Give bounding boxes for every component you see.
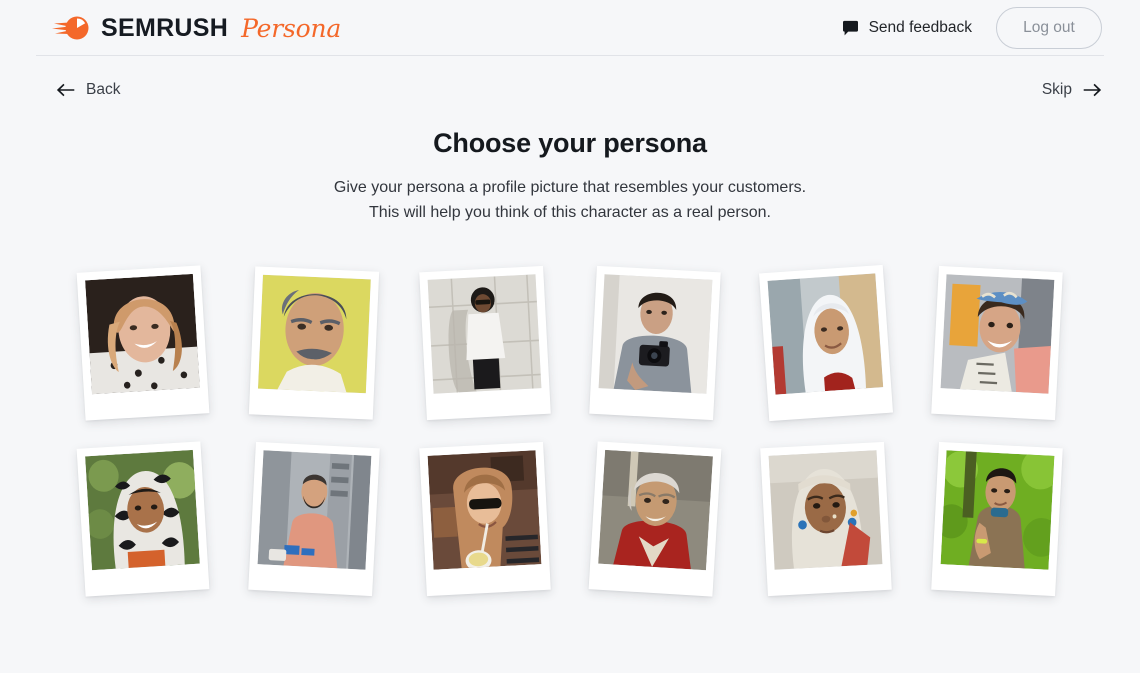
persona-photo — [257, 274, 371, 394]
persona-photo — [768, 450, 883, 570]
persona-card[interactable] — [418, 265, 551, 421]
persona-card[interactable] — [588, 441, 722, 597]
back-label: Back — [86, 81, 121, 98]
persona-photo — [427, 450, 542, 570]
skip-label: Skip — [1041, 81, 1072, 98]
logout-button[interactable]: Log out — [996, 7, 1102, 49]
persona-photo — [940, 274, 1055, 394]
send-feedback-label: Send feedback — [868, 19, 972, 36]
wizard-nav-row: Back Skip — [0, 66, 1140, 114]
persona-photo — [598, 274, 713, 394]
persona-card[interactable] — [248, 441, 380, 597]
persona-card[interactable] — [76, 441, 210, 597]
semrush-comet-icon — [52, 16, 89, 40]
persona-card[interactable] — [589, 265, 722, 421]
page-subtitle: Give your persona a profile picture that… — [0, 175, 1140, 225]
persona-card[interactable] — [930, 441, 1063, 597]
persona-card[interactable] — [76, 265, 210, 421]
page-hero: Choose your persona Give your persona a … — [0, 128, 1140, 225]
persona-card[interactable] — [760, 441, 892, 597]
persona-photo — [85, 449, 201, 571]
persona-card[interactable] — [418, 441, 551, 597]
persona-photo — [940, 450, 1055, 570]
persona-photo — [257, 450, 372, 570]
persona-photo — [427, 274, 542, 394]
brand-logo[interactable]: SEMRUSH Persona — [52, 14, 341, 43]
persona-grid — [0, 264, 1140, 597]
brand-name: SEMRUSH — [101, 13, 229, 42]
page-subtitle-line-1: Give your persona a profile picture that… — [333, 179, 807, 196]
back-button[interactable]: Back — [56, 81, 120, 99]
page-subtitle-line-2: This will help you think of this charact… — [369, 204, 771, 221]
page-title: Choose your persona — [433, 128, 707, 158]
header-actions: Send feedback Log out — [842, 7, 1102, 49]
arrow-right-icon — [1083, 83, 1102, 97]
persona-photo — [598, 449, 714, 571]
persona-card[interactable] — [248, 266, 380, 420]
persona-card[interactable] — [758, 264, 893, 422]
persona-photo — [85, 273, 201, 395]
speech-bubble-icon — [842, 20, 858, 35]
arrow-left-icon — [56, 83, 75, 97]
app-header: SEMRUSH Persona Send feedback Log out — [0, 0, 1140, 56]
skip-button[interactable]: Skip — [1042, 81, 1102, 99]
persona-card[interactable] — [930, 265, 1063, 421]
send-feedback-button[interactable]: Send feedback — [842, 19, 972, 37]
persona-photo — [767, 273, 884, 395]
brand-product-name: Persona — [241, 13, 342, 43]
